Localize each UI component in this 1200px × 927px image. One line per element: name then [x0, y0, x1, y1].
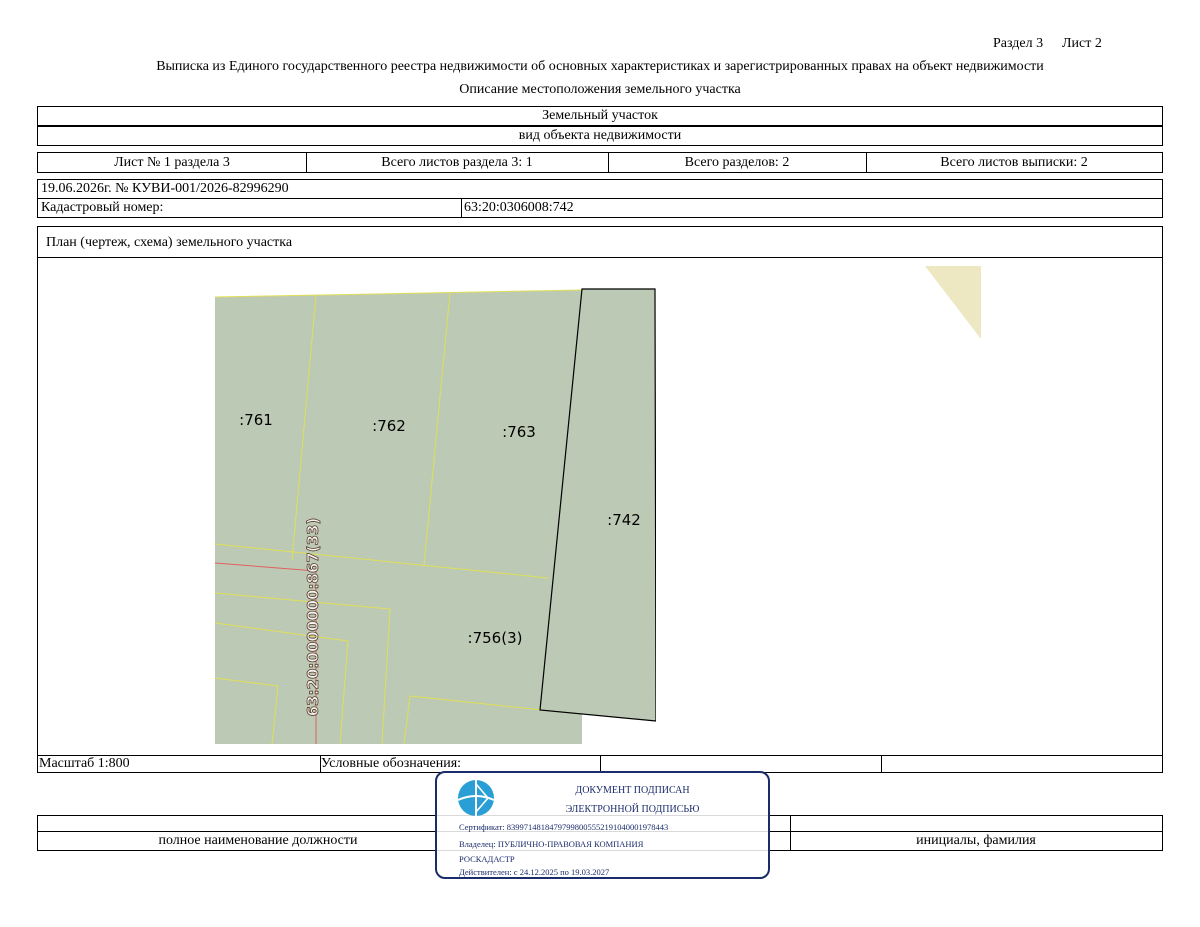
- parcel-label-762: :762: [372, 417, 406, 435]
- parcel-label-763: :763: [502, 423, 536, 441]
- stamp-validity: Действителен: с 24.12.2025 по 19.03.2027: [459, 867, 610, 877]
- name-caption: инициалы, фамилия: [916, 833, 1036, 848]
- stamp-certificate: Сертификат: 8399714818479799800555219104…: [459, 822, 669, 832]
- stamp-line1: ДОКУМЕНТ ПОДПИСАН: [575, 785, 690, 796]
- roskadastr-logo-icon: [457, 780, 495, 816]
- parcel-fill-area: [215, 290, 582, 744]
- electronic-signature-stamp: ДОКУМЕНТ ПОДПИСАН ЭЛЕКТРОННОЙ ПОДПИСЬЮ С…: [435, 771, 770, 879]
- stamp-line2: ЭЛЕКТРОННОЙ ПОДПИСЬЮ: [565, 804, 700, 815]
- parcel-label-756: :756(3): [468, 629, 523, 647]
- parcel-label-761: :761: [239, 411, 273, 429]
- scale-label: Масштаб 1:800: [39, 756, 130, 771]
- legend-label: Условные обозначения:: [321, 756, 462, 771]
- parcel-label-742: :742: [607, 511, 641, 529]
- stamp-owner2: РОСКАДАСТР: [459, 854, 515, 864]
- road-parcel-label: 63:20:0000000:867(33): [304, 518, 322, 717]
- adjacent-area-shape: [925, 266, 981, 339]
- position-caption: полное наименование должности: [158, 833, 358, 848]
- stamp-owner: Владелец: ПУБЛИЧНО-ПРАВОВАЯ КОМПАНИЯ: [459, 839, 644, 849]
